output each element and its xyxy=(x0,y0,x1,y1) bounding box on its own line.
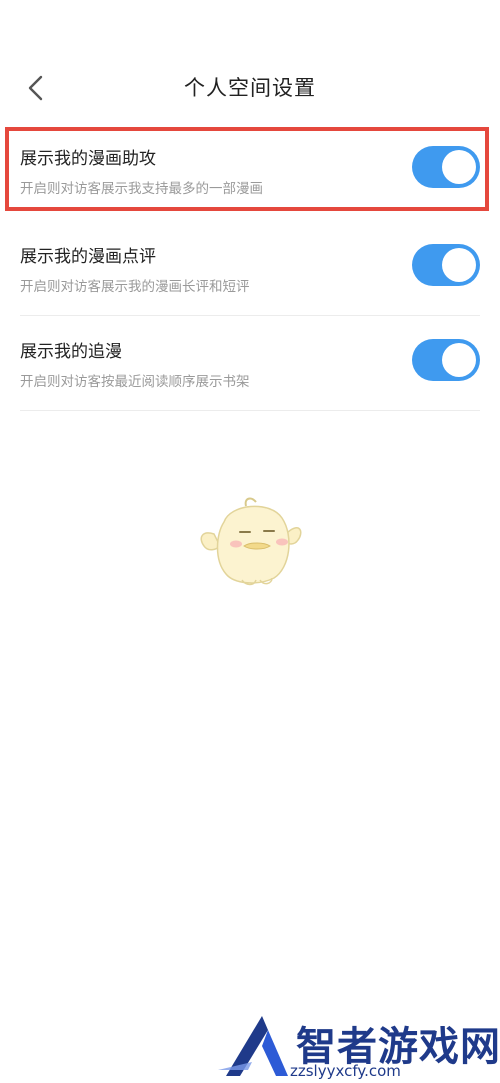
watermark-logo-icon xyxy=(218,1016,288,1076)
row-divider xyxy=(20,410,480,411)
mascot-illustration xyxy=(196,494,306,593)
watermark-url: zzslyyxcfy.com xyxy=(290,1062,401,1080)
toggle-knob xyxy=(442,248,476,282)
setting-row-manga-support: 展示我的漫画助攻 开启则对访客展示我支持最多的一部漫画 xyxy=(20,124,480,218)
manga-review-toggle[interactable] xyxy=(412,244,480,286)
setting-row-following: 展示我的追漫 开启则对访客按最近阅读顺序展示书架 xyxy=(20,317,480,411)
setting-description: 开启则对访客展示我的漫画长评和短评 xyxy=(20,279,250,295)
setting-title: 展示我的追漫 xyxy=(20,342,122,362)
setting-title: 展示我的漫画点评 xyxy=(20,247,156,267)
header: 个人空间设置 xyxy=(0,0,500,130)
toggle-knob xyxy=(442,150,476,184)
row-divider xyxy=(20,315,480,316)
manga-support-toggle[interactable] xyxy=(412,146,480,188)
following-toggle[interactable] xyxy=(412,339,480,381)
setting-description: 开启则对访客展示我支持最多的一部漫画 xyxy=(20,181,263,197)
setting-title: 展示我的漫画助攻 xyxy=(20,149,156,169)
setting-row-manga-review: 展示我的漫画点评 开启则对访客展示我的漫画长评和短评 xyxy=(20,222,480,316)
toggle-knob xyxy=(442,343,476,377)
watermark: 智者游戏网 zzslyyxcfy.com xyxy=(218,1012,500,1083)
setting-description: 开启则对访客按最近阅读顺序展示书架 xyxy=(20,374,250,390)
page-title: 个人空间设置 xyxy=(184,76,316,100)
